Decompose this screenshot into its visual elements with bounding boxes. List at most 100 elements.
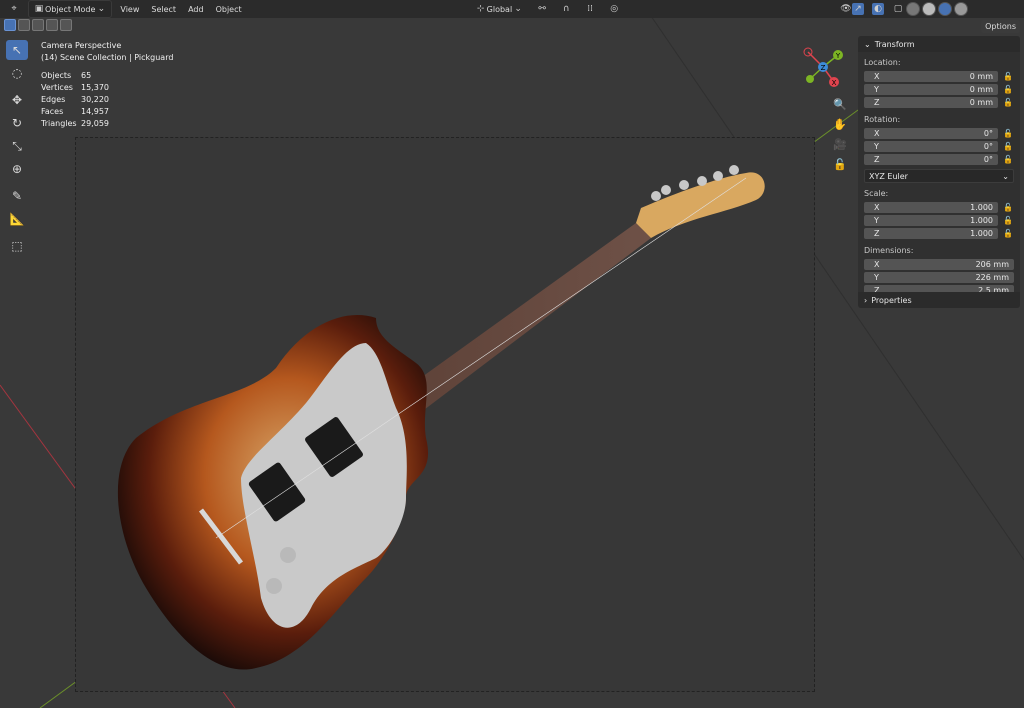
rotation-mode-dropdown[interactable]: XYZ Euler ⌄ (864, 169, 1014, 183)
stat-label: Vertices (41, 83, 73, 92)
overlay-toggle-icon[interactable]: ◐ (872, 3, 884, 15)
navigation-gizmo[interactable]: Y Z X (798, 42, 848, 92)
transform-panel-header[interactable]: ⌄ Transform (858, 36, 1020, 52)
select-intersect-icon[interactable] (60, 19, 72, 31)
properties-title: Properties (871, 295, 912, 305)
snap-target-dropdown[interactable]: ⁞⁞ (580, 1, 600, 17)
camera-frame (75, 137, 815, 692)
lock-icon[interactable]: 🔓 (1002, 142, 1014, 151)
mode-dropdown[interactable]: ▣ Object Mode ⌄ (28, 0, 113, 18)
viewport-icon: ⌖ (11, 4, 17, 14)
rotation-mode-value: XYZ Euler (869, 171, 908, 181)
lock-icon[interactable]: 🔓 (832, 156, 848, 172)
solid-shading-button[interactable] (922, 2, 936, 16)
chevron-down-icon: ⌄ (97, 4, 106, 14)
select-extend-icon[interactable] (18, 19, 30, 31)
properties-panel-header[interactable]: › Properties (858, 292, 1020, 308)
pivot-icon: ⚯ (538, 4, 546, 14)
menu-add[interactable]: Add (184, 1, 208, 17)
proportional-editing-toggle[interactable]: ◎ (604, 1, 624, 17)
scale-icon[interactable]: ⤡ (6, 136, 28, 156)
chevron-down-icon: ⌄ (1002, 171, 1009, 181)
orientation-icon: ⊹ (476, 4, 485, 14)
view-name: Camera Perspective (41, 41, 122, 50)
move-icon[interactable]: ✥ (6, 90, 28, 110)
stat-value: 29,059 (81, 119, 109, 128)
gizmo-toggle-icon[interactable]: ↗ (852, 3, 864, 15)
scene-statistics: Objects 65 Vertices 15,370 Edges 30,220 Fac… (41, 70, 173, 130)
gizmo-x-label: X (832, 79, 837, 87)
select-box-icon[interactable]: ↖ (6, 40, 28, 60)
sidebar-n-panel: ⌄ Transform Location: X0 mm 🔓 Y0 mm 🔓 Z0 m… (858, 36, 1020, 308)
stat-value: 30,220 (81, 95, 109, 104)
location-x-field[interactable]: X0 mm (864, 71, 998, 82)
stat-label: Faces (41, 107, 64, 116)
gizmo-y-label: Y (835, 52, 841, 60)
dimensions-y-field[interactable]: Y 226 mm (864, 272, 1014, 283)
options-button[interactable]: Options (981, 20, 1020, 33)
rotation-z-field[interactable]: Z 0° (864, 154, 998, 165)
lock-icon[interactable]: 🔓 (1002, 98, 1014, 107)
snap-toggle[interactable]: ∩ (556, 1, 576, 17)
editor-type-button[interactable]: ⌖ (4, 1, 24, 17)
lock-icon[interactable]: 🔓 (1002, 129, 1014, 138)
lock-icon[interactable]: 🔓 (1002, 229, 1014, 238)
camera-icon[interactable]: 🎥 (832, 136, 848, 152)
snap-grid-icon: ⁞⁞ (587, 4, 594, 14)
menu-select[interactable]: Select (147, 1, 180, 17)
transform-title: Transform (874, 39, 915, 49)
stat-label: Triangles (41, 119, 77, 128)
scale-z-field[interactable]: Z 1.000 (864, 228, 998, 239)
viewport-text-overlay: Camera Perspective (14) Scene Collection… (41, 40, 173, 130)
location-y-field[interactable]: Y0 mm (864, 84, 998, 95)
pan-hand-icon[interactable]: ✋ (832, 116, 848, 132)
viewport-nav-buttons: 🔍 ✋ 🎥 🔓 (832, 96, 848, 176)
proportional-icon: ◎ (610, 4, 619, 14)
add-cube-icon[interactable]: ⬚ (6, 236, 28, 256)
rotation-label: Rotation: (864, 115, 901, 124)
dimensions-x-field[interactable]: X 206 mm (864, 259, 1014, 270)
collection-line: (14) Scene Collection | Pickguard (41, 53, 174, 62)
select-mode-bar (0, 18, 84, 32)
transform-icon[interactable]: ⊕ (6, 159, 28, 179)
scale-label: Scale: (864, 189, 889, 198)
tool-shelf: ↖ ◌ ✥ ↻ ⤡ ⊕ ✎ 📐 ⬚ (6, 40, 28, 259)
header-bar: ⌖ ▣ Object Mode ⌄ View Select Add Object… (0, 0, 1024, 18)
rotation-y-field[interactable]: Y 0° (864, 141, 998, 152)
zoom-icon[interactable]: 🔍 (832, 96, 848, 112)
select-new-icon[interactable] (4, 19, 16, 31)
pivot-dropdown[interactable]: ⚯ (532, 1, 552, 17)
chevron-down-icon: ⌄ (514, 4, 522, 14)
annotate-icon[interactable]: ✎ (6, 186, 28, 206)
lock-icon[interactable]: 🔓 (1002, 155, 1014, 164)
mode-label: Object Mode (45, 4, 96, 14)
rotate-icon[interactable]: ↻ (6, 113, 28, 133)
lock-icon[interactable]: 🔓 (1002, 216, 1014, 225)
xray-toggle-icon[interactable]: ▢ (892, 3, 904, 15)
viewport-shading-group: 👁 ↗ ◐ ▢ (840, 2, 968, 16)
lock-icon[interactable]: 🔓 (1002, 85, 1014, 94)
stat-label: Objects (41, 71, 72, 80)
visibility-icon[interactable]: 👁 (840, 3, 852, 15)
stat-value: 15,370 (81, 83, 109, 92)
select-subtract-icon[interactable] (32, 19, 44, 31)
scale-y-field[interactable]: Y 1.000 (864, 215, 998, 226)
gizmo-z-label: Z (821, 64, 826, 72)
material-shading-button[interactable] (938, 2, 952, 16)
orientation-dropdown[interactable]: ⊹ Global ⌄ (471, 1, 529, 17)
select-invert-icon[interactable] (46, 19, 58, 31)
knob-tone (266, 578, 282, 594)
measure-icon[interactable]: 📐 (6, 209, 28, 229)
lock-icon[interactable]: 🔓 (1002, 203, 1014, 212)
location-z-field[interactable]: Z0 mm (864, 97, 998, 108)
rotation-x-field[interactable]: X 0° (864, 128, 998, 139)
rendered-shading-button[interactable] (954, 2, 968, 16)
wireframe-shading-button[interactable] (906, 2, 920, 16)
cursor-icon[interactable]: ◌ (6, 63, 28, 83)
lock-icon[interactable]: 🔓 (1002, 72, 1014, 81)
scale-x-field[interactable]: X 1.000 (864, 202, 998, 213)
menu-object[interactable]: Object (212, 1, 246, 17)
menu-view[interactable]: View (116, 1, 143, 17)
dimensions-label: Dimensions: (864, 246, 914, 255)
stat-value: 14,957 (81, 107, 109, 116)
